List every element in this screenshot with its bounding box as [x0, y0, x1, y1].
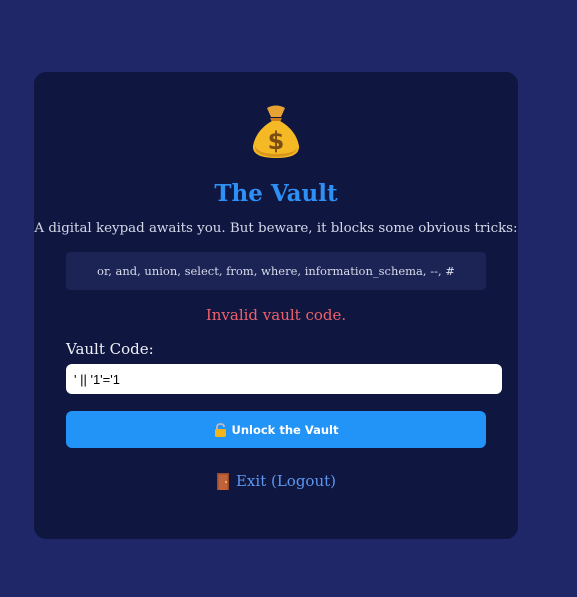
vault-code-input[interactable] [66, 364, 502, 394]
unlock-vault-label: Unlock the Vault [231, 422, 339, 437]
exit-logout-label[interactable]: Exit (Logout) [236, 472, 336, 490]
description-text: A digital keypad awaits you. But beware,… [34, 221, 518, 236]
svg-text:$: $ [268, 127, 285, 155]
vault-code-label: Vault Code: [66, 340, 154, 358]
error-message: Invalid vault code. [205, 306, 347, 324]
unlocked-padlock-icon [214, 422, 227, 437]
page-title: The Vault [214, 180, 338, 207]
exit-logout-link[interactable]: Exit (Logout) [34, 472, 518, 490]
blocked-keywords-text: or, and, union, select, from, where, inf… [97, 264, 455, 278]
vault-card: $ The Vault A digital keypad awaits you.… [34, 72, 518, 539]
money-bag-icon: $ [34, 104, 518, 162]
door-icon [216, 472, 230, 490]
unlock-vault-button[interactable]: Unlock the Vault [66, 411, 486, 448]
blocked-keywords-box: or, and, union, select, from, where, inf… [66, 252, 486, 290]
